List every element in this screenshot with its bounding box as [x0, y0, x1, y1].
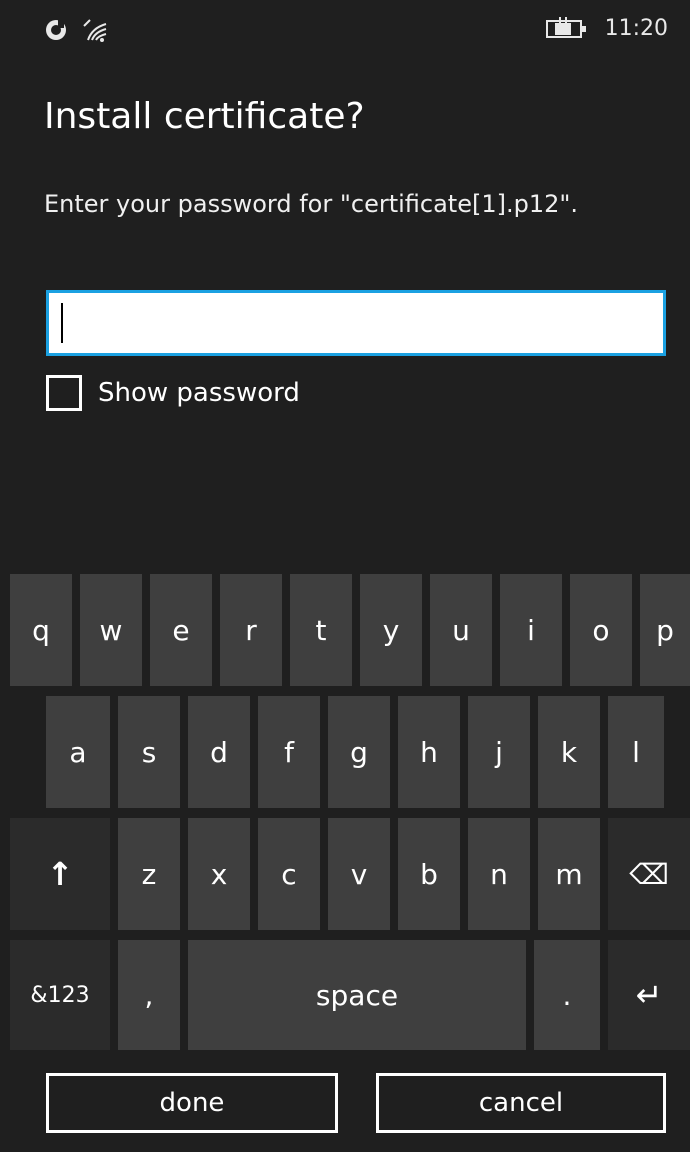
- backspace-key[interactable]: ⌫: [608, 818, 690, 930]
- key-s[interactable]: s: [118, 696, 180, 808]
- enter-icon: ↵: [635, 976, 663, 1014]
- space-key[interactable]: space: [188, 940, 526, 1050]
- comma-key[interactable]: ,: [118, 940, 180, 1050]
- key-e[interactable]: e: [150, 574, 212, 686]
- key-m[interactable]: m: [538, 818, 600, 930]
- status-left: [44, 16, 112, 44]
- key-z[interactable]: z: [118, 818, 180, 930]
- key-g[interactable]: g: [328, 696, 390, 808]
- key-v[interactable]: v: [328, 818, 390, 930]
- key-i[interactable]: i: [500, 574, 562, 686]
- notification-icon: [46, 20, 66, 40]
- shift-arrow-icon: ↑: [46, 855, 74, 893]
- dialog-prompt: Enter your password for "certificate[1].…: [44, 190, 579, 218]
- symbols-key[interactable]: &123: [10, 940, 110, 1050]
- status-right: 11:20: [545, 16, 668, 41]
- key-x[interactable]: x: [188, 818, 250, 930]
- show-password-toggle[interactable]: Show password: [46, 375, 300, 411]
- key-l[interactable]: l: [608, 696, 664, 808]
- key-t[interactable]: t: [290, 574, 352, 686]
- cancel-button[interactable]: cancel: [376, 1073, 666, 1133]
- wifi-icon: [83, 19, 107, 42]
- password-input[interactable]: [46, 290, 666, 356]
- key-j[interactable]: j: [468, 696, 530, 808]
- backspace-icon: ⌫: [629, 857, 669, 891]
- key-n[interactable]: n: [468, 818, 530, 930]
- key-w[interactable]: w: [80, 574, 142, 686]
- shift-key[interactable]: ↑: [10, 818, 110, 930]
- show-password-label: Show password: [98, 378, 300, 408]
- key-k[interactable]: k: [538, 696, 600, 808]
- text-caret: [61, 303, 63, 343]
- key-d[interactable]: d: [188, 696, 250, 808]
- key-o[interactable]: o: [570, 574, 632, 686]
- status-bar: 11:20: [0, 0, 690, 62]
- key-a[interactable]: a: [46, 696, 110, 808]
- key-p[interactable]: p: [640, 574, 690, 686]
- key-c[interactable]: c: [258, 818, 320, 930]
- battery-charging-icon: [545, 16, 586, 38]
- key-b[interactable]: b: [398, 818, 460, 930]
- period-key[interactable]: .: [534, 940, 600, 1050]
- show-password-checkbox[interactable]: [46, 375, 82, 411]
- done-button[interactable]: done: [46, 1073, 338, 1133]
- dialog-title: Install certificate?: [44, 96, 365, 137]
- key-h[interactable]: h: [398, 696, 460, 808]
- key-y[interactable]: y: [360, 574, 422, 686]
- key-q[interactable]: q: [10, 574, 72, 686]
- enter-key[interactable]: ↵: [608, 940, 690, 1050]
- key-f[interactable]: f: [258, 696, 320, 808]
- on-screen-keyboard: q w e r t y u i o p a s d f g h j k l ↑ …: [0, 570, 690, 1050]
- status-time: 11:20: [604, 16, 668, 41]
- key-r[interactable]: r: [220, 574, 282, 686]
- key-u[interactable]: u: [430, 574, 492, 686]
